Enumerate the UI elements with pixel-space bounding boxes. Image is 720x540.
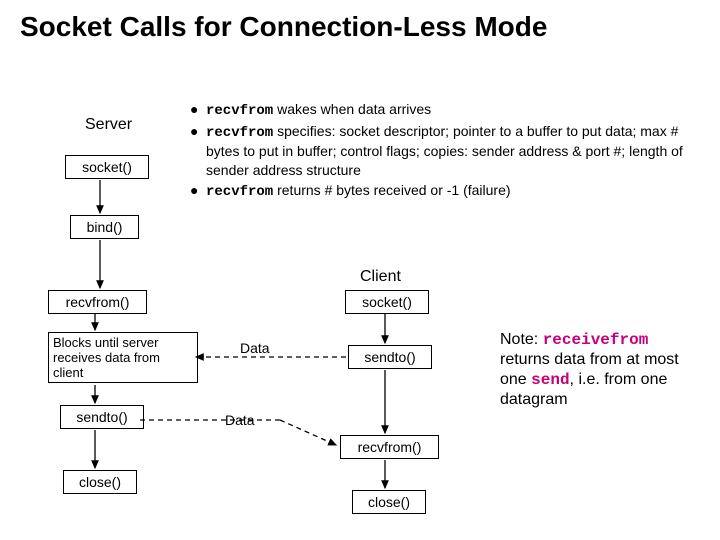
page-title: Socket Calls for Connection-Less Mode xyxy=(20,10,700,44)
data-label-2: Data xyxy=(225,412,255,428)
code-recvfrom: recvfrom xyxy=(206,103,273,119)
server-socket-box: socket() xyxy=(65,155,149,179)
note-text: Note: receivefrom returns data from at m… xyxy=(500,330,700,410)
bullet-1: ● recvfrom wakes when data arrives xyxy=(190,100,690,120)
bullet-1-text: recvfrom wakes when data arrives xyxy=(206,100,690,120)
code-receivefrom: receivefrom xyxy=(543,331,649,349)
client-sendto-box: sendto() xyxy=(348,345,432,369)
note-pre: Note: xyxy=(500,331,543,348)
client-label: Client xyxy=(360,268,401,286)
code-recvfrom: recvfrom xyxy=(206,125,273,141)
server-bind-box: bind() xyxy=(70,215,139,239)
bullet-2-rest: specifies: socket descriptor; pointer to… xyxy=(206,123,683,177)
bullet-dot-icon: ● xyxy=(190,181,206,199)
server-sendto-box: sendto() xyxy=(60,405,144,429)
bullet-3: ● recvfrom returns # bytes received or -… xyxy=(190,181,690,201)
client-close-box: close() xyxy=(352,490,426,514)
server-blocks-box: Blocks until server receives data from c… xyxy=(48,332,198,383)
bullet-3-text: recvfrom returns # bytes received or -1 … xyxy=(206,181,690,201)
bullet-1-rest: wakes when data arrives xyxy=(273,101,431,117)
server-recvfrom-box: recvfrom() xyxy=(48,290,147,314)
data-label-1: Data xyxy=(240,340,270,356)
bullet-list: ● recvfrom wakes when data arrives ● rec… xyxy=(190,100,690,203)
code-send: send xyxy=(531,371,569,389)
bullet-3-rest: returns # bytes received or -1 (failure) xyxy=(273,182,510,198)
bullet-2: ● recvfrom specifies: socket descriptor;… xyxy=(190,122,690,179)
server-close-box: close() xyxy=(63,470,137,494)
client-socket-box: socket() xyxy=(345,290,429,314)
code-recvfrom: recvfrom xyxy=(206,184,273,200)
server-label: Server xyxy=(85,116,132,134)
bullet-dot-icon: ● xyxy=(190,100,206,118)
bullet-2-text: recvfrom specifies: socket descriptor; p… xyxy=(206,122,690,179)
client-recvfrom-box: recvfrom() xyxy=(340,435,439,459)
bullet-dot-icon: ● xyxy=(190,122,206,140)
